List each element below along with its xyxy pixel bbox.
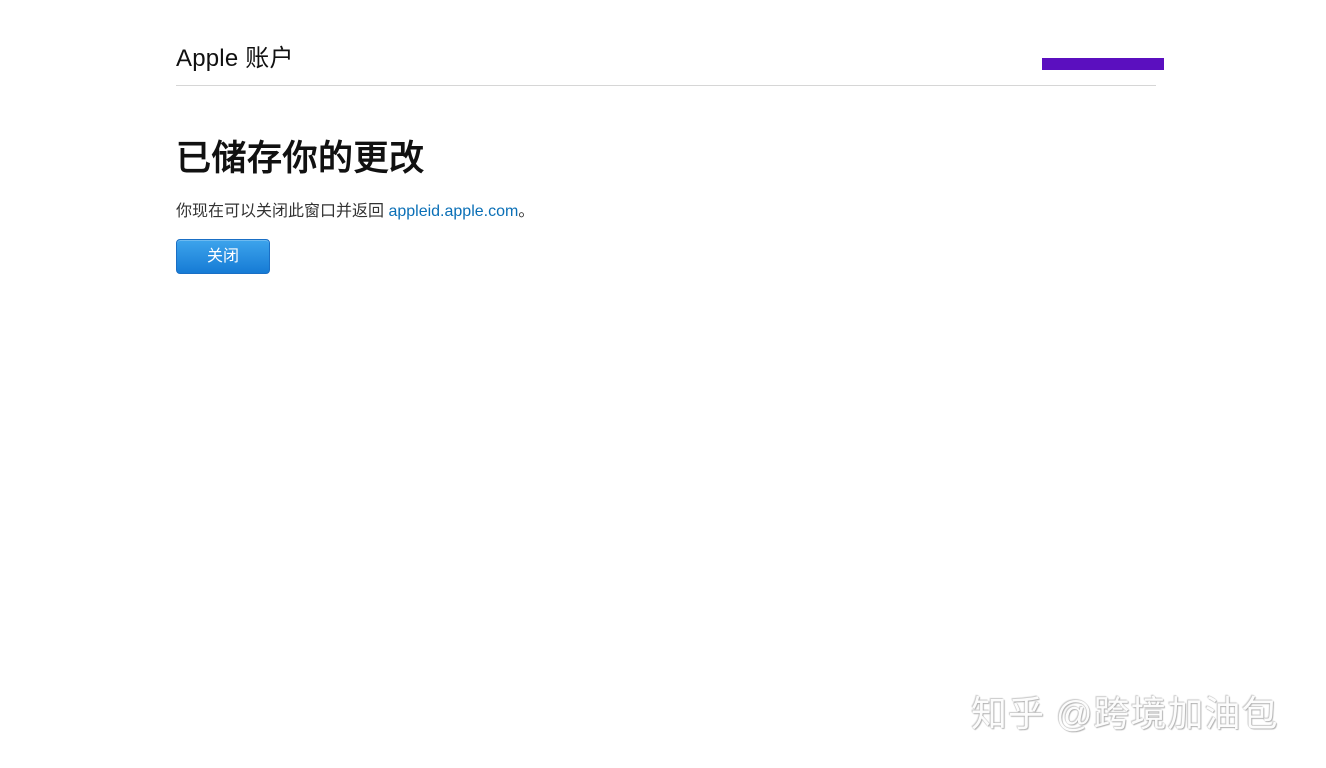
appleid-link[interactable]: appleid.apple.com [388, 203, 518, 220]
close-button[interactable]: 关闭 [176, 239, 270, 274]
account-header: Apple 账户 [176, 40, 1164, 86]
description-prefix: 你现在可以关闭此窗口并返回 [176, 203, 389, 220]
apple-account-title: Apple 账户 [176, 45, 294, 72]
redacted-account-info [1042, 58, 1164, 70]
page: Apple 账户 已储存你的更改 你现在可以关闭此窗口并返回 appleid.a… [0, 0, 1326, 768]
watermark-text: 知乎 @跨境加油包 [971, 693, 1279, 734]
description-suffix: 。 [518, 203, 535, 220]
main-content: 已储存你的更改 你现在可以关闭此窗口并返回 appleid.apple.com。… [176, 138, 1156, 274]
description-text: 你现在可以关闭此窗口并返回 appleid.apple.com。 [176, 199, 1156, 225]
page-title: 已储存你的更改 [176, 139, 425, 178]
